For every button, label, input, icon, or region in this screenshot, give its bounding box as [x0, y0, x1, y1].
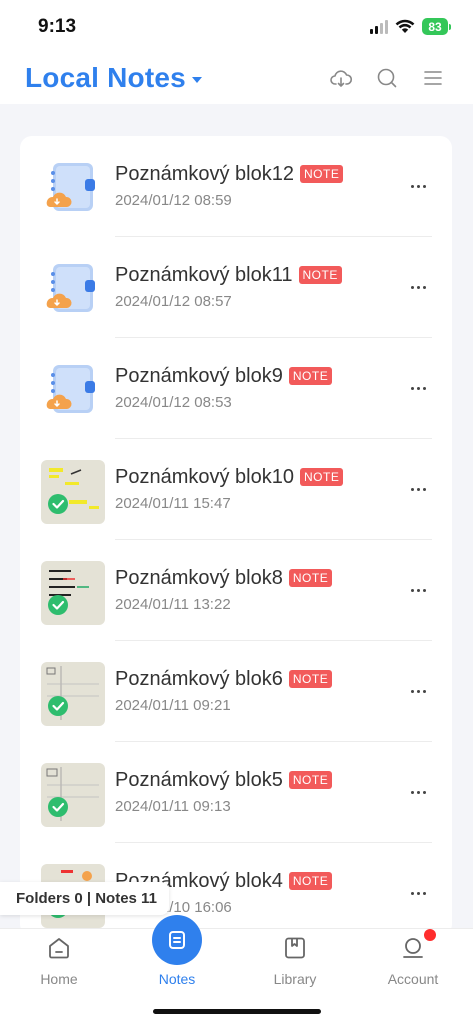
- notebook-cloud-icon: [41, 359, 105, 423]
- wifi-icon: [395, 19, 415, 33]
- note-row[interactable]: Poznámkový blok6 NOTE 2024/01/11 09:21: [20, 641, 452, 742]
- caret-down-icon: [191, 77, 202, 83]
- tab-account[interactable]: Account: [366, 929, 460, 999]
- page-title: Local Notes: [25, 62, 186, 93]
- more-options-icon[interactable]: [408, 885, 428, 901]
- note-title: Poznámkový blok11: [115, 263, 293, 286]
- note-date: 2024/01/12 08:53: [115, 394, 232, 411]
- note-text: Poznámkový blok6 NOTE 2024/01/11 09:21: [115, 665, 392, 714]
- notes-fab[interactable]: [152, 915, 202, 965]
- battery-level: 83: [422, 18, 448, 35]
- note-row[interactable]: Poznámkový blok10 NOTE 2024/01/11 15:47: [20, 439, 452, 540]
- search-icon[interactable]: [375, 66, 399, 90]
- note-text: Poznámkový blok5 NOTE 2024/01/11 09:13: [115, 766, 392, 815]
- folder-selector[interactable]: Local Notes: [25, 62, 202, 94]
- notification-dot: [424, 929, 436, 941]
- note-date: 2024/01/12 08:59: [115, 192, 232, 209]
- status-bar: 9:13 83: [0, 0, 473, 56]
- note-date: 2024/01/11 09:13: [115, 798, 231, 815]
- library-icon: [285, 937, 305, 959]
- more-options-icon[interactable]: [408, 178, 428, 194]
- status-indicators: 83: [370, 18, 451, 35]
- battery-icon: 83: [422, 18, 451, 35]
- note-row[interactable]: Poznámkový blok9 NOTE 2024/01/12 08:53: [20, 338, 452, 439]
- note-title: Poznámkový blok8: [115, 566, 283, 589]
- note-row[interactable]: Poznámkový blok8 NOTE 2024/01/11 13:22: [20, 540, 452, 641]
- header-actions: [329, 66, 445, 90]
- more-options-icon[interactable]: [408, 683, 428, 699]
- tab-label: Home: [40, 971, 78, 987]
- more-options-icon[interactable]: [408, 380, 428, 396]
- more-options-icon[interactable]: [408, 582, 428, 598]
- note-preview-thumbnail: [41, 460, 105, 524]
- cellular-signal-icon: [370, 19, 388, 34]
- note-text: Poznámkový blok9 NOTE 2024/01/12 08:53: [115, 362, 392, 411]
- notebook-cloud-icon: [41, 258, 105, 322]
- synced-check-icon: [48, 696, 68, 716]
- note-type-badge: NOTE: [299, 468, 344, 486]
- note-preview-thumbnail: [41, 561, 105, 625]
- note-type-badge: NOTE: [299, 165, 344, 183]
- note-type-badge: NOTE: [288, 569, 333, 587]
- notebook-cloud-icon: [41, 157, 105, 221]
- note-type-badge: NOTE: [288, 367, 333, 385]
- tab-label: Library: [273, 971, 317, 987]
- tab-home[interactable]: Home: [12, 929, 106, 999]
- status-time: 9:13: [38, 16, 77, 37]
- note-title: Poznámkový blok6: [115, 667, 283, 690]
- folder-note-count: Folders 0 | Notes 11: [0, 882, 169, 915]
- note-type-badge: NOTE: [288, 872, 333, 890]
- home-icon: [49, 938, 69, 959]
- tab-label: Account: [387, 971, 439, 987]
- note-title: Poznámkový blok10: [115, 465, 294, 488]
- note-title: Poznámkový blok9: [115, 364, 283, 387]
- account-icon: [403, 938, 423, 958]
- note-preview-thumbnail: [41, 763, 105, 827]
- synced-check-icon: [48, 494, 68, 514]
- note-row[interactable]: Poznámkový blok11 NOTE 2024/01/12 08:57: [20, 237, 452, 338]
- app-header: Local Notes: [0, 56, 473, 104]
- note-date: 2024/01/11 09:21: [115, 697, 231, 714]
- menu-icon[interactable]: [421, 66, 445, 90]
- note-title: Poznámkový blok12: [115, 162, 294, 185]
- tab-label: Notes: [158, 971, 196, 987]
- note-row[interactable]: Poznámkový blok12 NOTE 2024/01/12 08:59: [20, 136, 452, 237]
- note-type-badge: NOTE: [298, 266, 342, 284]
- note-date: 2024/01/11 13:22: [115, 596, 231, 613]
- note-text: Poznámkový blok8 NOTE 2024/01/11 13:22: [115, 564, 392, 613]
- note-preview-thumbnail: [41, 662, 105, 726]
- cloud-sync-icon[interactable]: [329, 66, 353, 90]
- home-indicator: [153, 1009, 321, 1014]
- note-type-badge: NOTE: [288, 771, 333, 789]
- more-options-icon[interactable]: [408, 784, 428, 800]
- note-text: Poznámkový blok12 NOTE 2024/01/12 08:59: [115, 160, 392, 209]
- tab-library[interactable]: Library: [248, 929, 342, 999]
- note-text: Poznámkový blok10 NOTE 2024/01/11 15:47: [115, 463, 392, 512]
- notes-icon: [169, 931, 185, 949]
- more-options-icon[interactable]: [408, 279, 428, 295]
- tab-notes[interactable]: Notes: [130, 915, 224, 999]
- note-type-badge: NOTE: [288, 670, 333, 688]
- synced-check-icon: [48, 797, 68, 817]
- note-date: 2024/01/12 08:57: [115, 293, 232, 310]
- note-text: Poznámkový blok11 NOTE 2024/01/12 08:57: [115, 261, 392, 310]
- note-title: Poznámkový blok5: [115, 768, 283, 791]
- note-row[interactable]: Poznámkový blok5 NOTE 2024/01/11 09:13: [20, 742, 452, 843]
- note-list: Poznámkový blok12 NOTE 2024/01/12 08:59 …: [20, 136, 452, 936]
- synced-check-icon: [48, 595, 68, 615]
- note-date: 2024/01/11 15:47: [115, 495, 231, 512]
- more-options-icon[interactable]: [408, 481, 428, 497]
